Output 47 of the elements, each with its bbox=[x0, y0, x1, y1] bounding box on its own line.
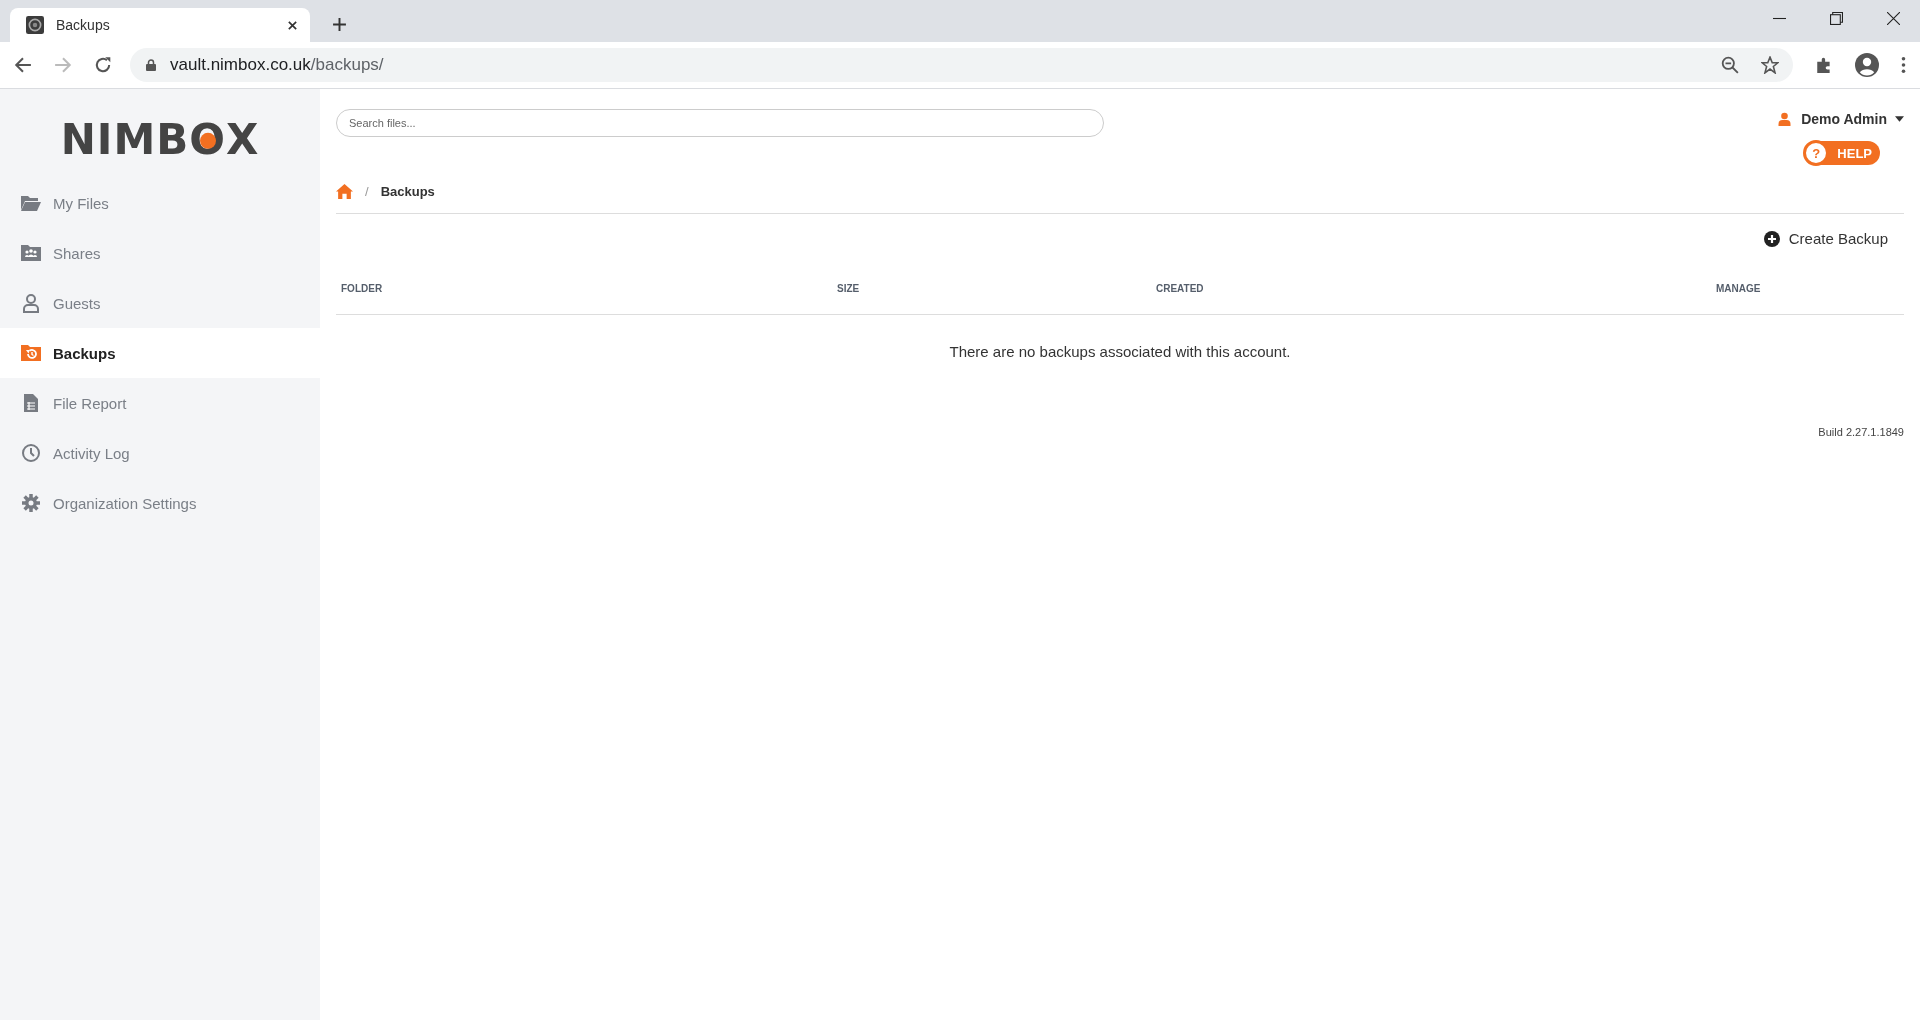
lock-icon bbox=[146, 59, 156, 71]
puzzle-piece-icon[interactable] bbox=[1815, 56, 1833, 74]
address-bar[interactable]: vault.nimbox.co.uk/backups/ bbox=[130, 48, 1793, 82]
sidebar-item[interactable]: File Report bbox=[0, 378, 320, 428]
account-icon[interactable] bbox=[1855, 53, 1879, 77]
gear-icon bbox=[20, 493, 42, 513]
tab-title: Backups bbox=[56, 17, 111, 33]
close-icon[interactable] bbox=[287, 19, 298, 31]
column-header: FOLDER bbox=[341, 283, 384, 294]
sidebar-item[interactable]: My Files bbox=[0, 178, 320, 228]
folder-icon bbox=[20, 193, 42, 213]
create-backup-button[interactable]: Create Backup bbox=[1763, 230, 1888, 247]
caret-icon bbox=[1895, 116, 1904, 122]
sidebar-item[interactable]: Organization Settings bbox=[0, 478, 320, 528]
restore-icon[interactable] bbox=[1830, 12, 1843, 25]
plus-circle-icon bbox=[1763, 230, 1780, 247]
back-arrow-icon[interactable] bbox=[14, 56, 32, 74]
sidebar-item[interactable]: Guests bbox=[0, 278, 320, 328]
more-options-icon[interactable] bbox=[1901, 56, 1906, 74]
breadcrumb-separator: / bbox=[365, 183, 369, 199]
column-header: SIZE bbox=[837, 283, 861, 294]
group-folder-icon bbox=[20, 243, 42, 263]
search-field[interactable]: Search files... bbox=[336, 109, 1104, 137]
browser-tab[interactable]: Backups bbox=[10, 8, 310, 42]
column-header: CREATED bbox=[1156, 283, 1205, 294]
build-version: Build 2.27.1.1849 bbox=[1817, 425, 1904, 438]
sidebar-item[interactable]: Shares bbox=[0, 228, 320, 278]
backup-folder-icon bbox=[20, 343, 42, 363]
app-favicon-icon bbox=[26, 16, 44, 34]
zoom-out-icon[interactable] bbox=[1721, 56, 1739, 74]
star-icon[interactable] bbox=[1761, 56, 1779, 74]
user-icon bbox=[20, 293, 42, 313]
url-text: vault.nimbox.co.uk/backups/ bbox=[170, 55, 385, 75]
sidebar-item[interactable]: Backups bbox=[0, 328, 320, 378]
user-menu[interactable]: Demo Admin bbox=[1778, 111, 1904, 127]
home-icon[interactable] bbox=[336, 183, 353, 199]
help-button[interactable]: ? HELP bbox=[1805, 141, 1880, 165]
breadcrumb-current: Backups bbox=[380, 183, 435, 199]
reload-icon[interactable] bbox=[94, 56, 112, 74]
user-icon bbox=[1778, 112, 1792, 126]
empty-message: There are no backups associated with this account. bbox=[948, 342, 1292, 360]
close-icon[interactable] bbox=[1887, 12, 1900, 25]
plus-icon[interactable] bbox=[332, 17, 347, 32]
nimbox-logo: NIMBOX bbox=[60, 115, 260, 164]
clock-icon bbox=[20, 443, 42, 463]
sidebar-item[interactable]: Activity Log bbox=[0, 428, 320, 478]
column-header: MANAGE bbox=[1716, 283, 1761, 294]
